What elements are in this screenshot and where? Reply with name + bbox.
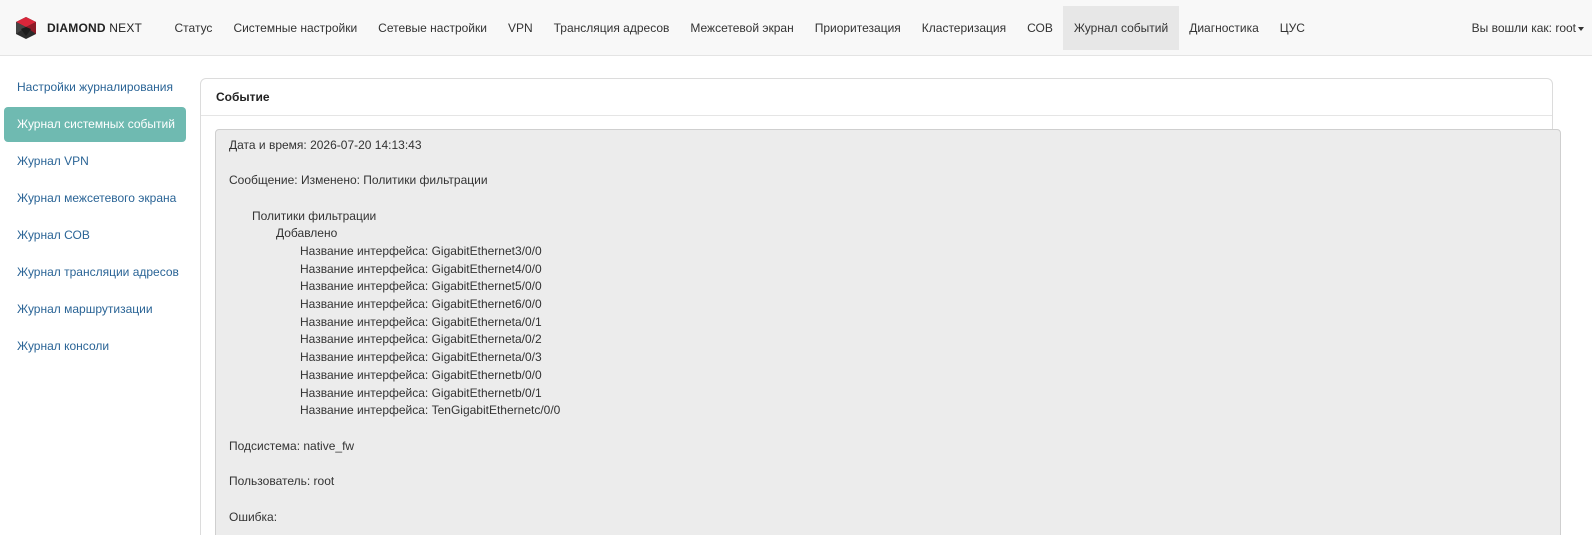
sidebar-item-logging-settings[interactable]: Настройки журналирования [4, 70, 186, 105]
nav-item-firewall[interactable]: Межсетевой экран [680, 6, 804, 50]
sidebar-item-vpn-log[interactable]: Журнал VPN [4, 144, 186, 179]
interface-line: Название интерфейса: GigabitEthernet6/0/… [300, 297, 542, 311]
caret-down-icon [1578, 26, 1584, 31]
sidebar-item-firewall-log[interactable]: Журнал межсетевого экрана [4, 181, 186, 216]
user-menu-label: Вы вошли как: root [1471, 21, 1576, 35]
sidebar-item-ids-log[interactable]: Журнал СОВ [4, 218, 186, 253]
event-section: Политики фильтрации [252, 209, 377, 223]
sidebar: Настройки журналирования Журнал системны… [0, 62, 194, 535]
event-user: Пользователь: root [229, 474, 335, 488]
event-panel: Событие Дата и время: 2026-07-20 14:13:4… [200, 78, 1561, 535]
nav-item-status[interactable]: Статус [164, 6, 223, 50]
interface-line: Название интерфейса: GigabitEthernetb/0/… [300, 368, 542, 382]
interface-line: Название интерфейса: GigabitEtherneta/0/… [300, 350, 542, 364]
nav-item-clustering[interactable]: Кластеризация [911, 6, 1016, 50]
interface-line: Название интерфейса: GigabitEtherneta/0/… [300, 332, 542, 346]
top-navbar: DIAMOND NEXT Статус Системные настройки … [0, 0, 1592, 56]
interface-line: Название интерфейса: TenGigabitEthernetc… [300, 403, 561, 417]
interface-line: Название интерфейса: GigabitEthernet3/0/… [300, 244, 542, 258]
user-menu[interactable]: Вы вошли как: root [1472, 6, 1584, 50]
nav-item-ids[interactable]: СОВ [1017, 6, 1064, 50]
diamond-logo-icon [16, 17, 36, 39]
event-details: Дата и время: 2026-07-20 14:13:43 Сообще… [215, 129, 1561, 535]
sidebar-item-system-events-log[interactable]: Журнал системных событий [4, 107, 186, 142]
nav-item-diagnostics[interactable]: Диагностика [1179, 6, 1270, 50]
brand-name: DIAMOND NEXT [47, 21, 143, 35]
nav-item-network-settings[interactable]: Сетевые настройки [368, 6, 498, 50]
nav-item-system-settings[interactable]: Системные настройки [223, 6, 368, 50]
event-datetime: Дата и время: 2026-07-20 14:13:43 [229, 138, 422, 152]
sidebar-item-routing-log[interactable]: Журнал маршрутизации [4, 292, 186, 327]
sidebar-item-nat-log[interactable]: Журнал трансляции адресов [4, 255, 186, 290]
nav-item-cus[interactable]: ЦУС [1269, 6, 1315, 50]
nav-item-event-log[interactable]: Журнал событий [1063, 6, 1179, 50]
nav-item-vpn[interactable]: VPN [497, 6, 543, 50]
event-action: Добавлено [276, 226, 338, 240]
event-message: Сообщение: Изменено: Политики фильтрации [229, 173, 488, 187]
interface-line: Название интерфейса: GigabitEtherneta/0/… [300, 315, 542, 329]
event-subsystem: Подсистема: native_fw [229, 439, 355, 453]
interface-line: Название интерфейса: GigabitEthernet4/0/… [300, 262, 542, 276]
interface-line: Название интерфейса: GigabitEthernet5/0/… [300, 279, 542, 293]
interface-line: Название интерфейса: GigabitEthernetb/0/… [300, 386, 542, 400]
sidebar-item-console-log[interactable]: Журнал консоли [4, 329, 186, 364]
brand[interactable]: DIAMOND NEXT [14, 14, 142, 42]
nav-item-nat[interactable]: Трансляция адресов [543, 6, 680, 50]
panel-title: Событие [201, 79, 1552, 116]
main-nav: Статус Системные настройки Сетевые настр… [164, 6, 1315, 50]
nav-item-prioritization[interactable]: Приоритезация [804, 6, 911, 50]
event-error: Ошибка: [229, 510, 278, 524]
